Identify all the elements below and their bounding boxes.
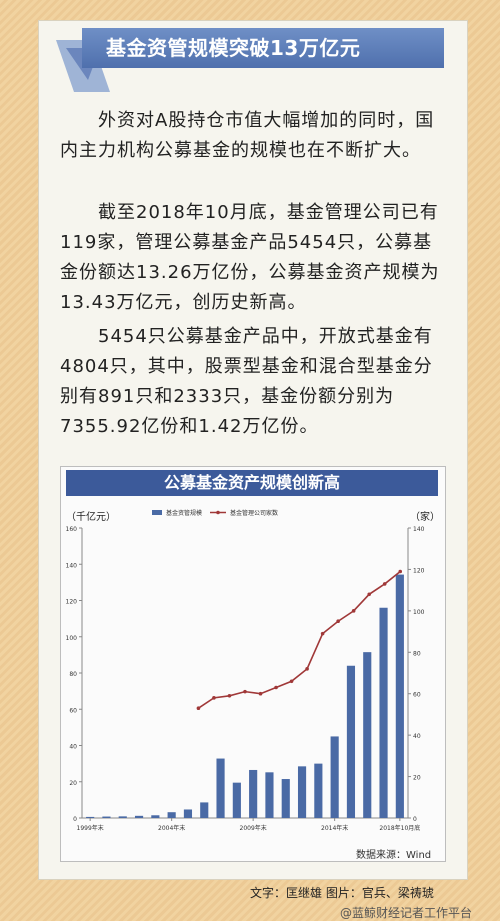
line-point bbox=[367, 592, 371, 597]
bar bbox=[216, 758, 225, 818]
page-title: 基金资管规模突破13万亿元 bbox=[82, 28, 444, 68]
line-point bbox=[320, 631, 325, 636]
bar bbox=[200, 802, 209, 818]
left-tick-label: 120 bbox=[66, 599, 78, 606]
bar bbox=[249, 769, 258, 818]
bar bbox=[379, 607, 388, 818]
x-tick-label: 2009年末 bbox=[240, 824, 267, 832]
bar bbox=[86, 816, 95, 818]
legend-bar-label: 基金资管规模 bbox=[166, 509, 202, 517]
bar bbox=[346, 665, 356, 818]
legend-line-label: 基金管理公司家数 bbox=[230, 509, 278, 517]
right-tick-label: 60 bbox=[413, 692, 421, 699]
bar bbox=[395, 574, 404, 818]
bar bbox=[232, 782, 241, 818]
bar bbox=[167, 812, 176, 818]
line-point bbox=[196, 706, 201, 711]
bar bbox=[363, 652, 372, 818]
chart-plot: 0 20 40 60 80 100 120 140 160 0 20 40 60 80 100 120 140 基… bbox=[66, 509, 425, 832]
line-point bbox=[212, 696, 216, 700]
bar bbox=[265, 772, 274, 818]
x-tick-label: 2018年10月底 bbox=[379, 824, 420, 832]
line-point bbox=[258, 691, 263, 696]
bar bbox=[118, 816, 127, 818]
bar bbox=[330, 736, 339, 818]
bar bbox=[314, 763, 323, 818]
bar bbox=[281, 779, 290, 818]
line-point bbox=[336, 619, 340, 624]
bar bbox=[151, 815, 160, 818]
bar bbox=[297, 766, 307, 818]
right-tick-label: 0 bbox=[413, 816, 417, 823]
line-point bbox=[382, 582, 387, 586]
x-tick-label: 2014年末 bbox=[321, 824, 348, 832]
paragraph-3: 5454只公募基金产品中，开放式基金有4804只，其中，股票型基金和混合型基金分… bbox=[60, 326, 433, 437]
data-source: 数据来源：Wind bbox=[356, 850, 432, 861]
right-tick-label: 140 bbox=[413, 526, 425, 533]
line-point bbox=[398, 569, 403, 574]
right-tick-label: 80 bbox=[413, 650, 421, 657]
left-tick-label: 60 bbox=[69, 707, 77, 714]
line-point bbox=[227, 693, 232, 698]
line-point bbox=[274, 685, 278, 690]
line-point bbox=[305, 667, 309, 671]
left-tick-label: 20 bbox=[69, 780, 77, 787]
chart-title: 公募基金资产规模创新高 bbox=[66, 470, 438, 496]
left-tick-label: 160 bbox=[66, 526, 78, 533]
x-tick-label: 1999年末 bbox=[77, 824, 104, 832]
line-point bbox=[243, 689, 247, 694]
bar bbox=[183, 809, 193, 818]
left-tick-label: 40 bbox=[69, 744, 77, 751]
watermark: @蓝鲸财经记者工作平台 bbox=[340, 906, 473, 920]
left-tick-label: 80 bbox=[69, 671, 77, 678]
legend-line-marker bbox=[216, 510, 220, 515]
line-point bbox=[351, 609, 356, 613]
left-tick-label: 0 bbox=[73, 816, 77, 823]
legend-bar-swatch bbox=[152, 510, 162, 515]
paragraph-1: 外资对A股持仓市值大幅增加的同时，国内主力机构公募基金的规模也在不断扩大。 bbox=[60, 110, 435, 161]
bar bbox=[134, 815, 144, 818]
right-tick-label: 40 bbox=[413, 733, 421, 740]
x-tick-label: 2004年末 bbox=[158, 824, 185, 832]
paragraph-2: 截至2018年10月底，基金管理公司已有119家，管理公募基金产品5454只，公… bbox=[60, 202, 440, 313]
line-point bbox=[289, 679, 294, 684]
bar bbox=[102, 816, 111, 818]
right-tick-label: 20 bbox=[413, 775, 421, 782]
left-tick-label: 140 bbox=[66, 562, 78, 569]
credit-line: 文字：匡继雄 图片：官兵、梁祷琥 bbox=[250, 886, 434, 900]
left-tick-label: 100 bbox=[66, 635, 78, 642]
right-tick-label: 100 bbox=[413, 609, 425, 616]
right-tick-label: 120 bbox=[413, 567, 425, 574]
